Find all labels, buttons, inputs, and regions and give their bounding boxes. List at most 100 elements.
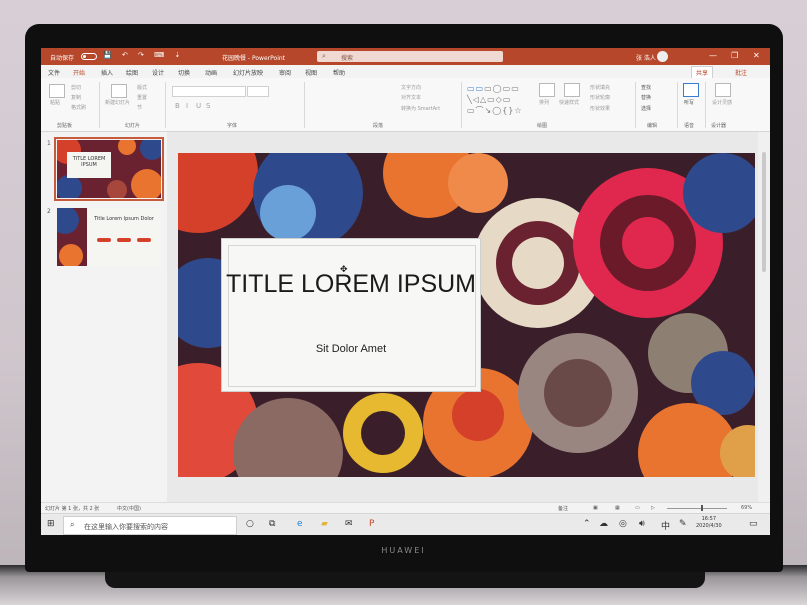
normal-view-icon[interactable]: ▣	[593, 505, 598, 511]
search-box[interactable]: ⌕ 搜索	[317, 51, 503, 62]
windows-taskbar: ⊞ ⌕ 在这里输入你要搜索的内容 ○ ⧉ e ▰ ✉ P ⌃ ☁ ◎ 🔊︎ 中 …	[41, 513, 770, 535]
file-explorer-icon[interactable]: ▰	[321, 519, 328, 529]
sorter-view-icon[interactable]: ▦	[615, 505, 620, 511]
taskbar-search[interactable]: ⌕ 在这里输入你要搜索的内容	[63, 516, 237, 535]
select-button[interactable]: 选择	[641, 105, 651, 112]
tab-view[interactable]: 视图	[305, 68, 317, 77]
dictate-button[interactable]: 听写	[684, 99, 694, 106]
find-button[interactable]: 查找	[641, 84, 651, 91]
group-slides: 幻灯片	[125, 123, 141, 129]
tab-animations[interactable]: 动画	[205, 68, 217, 77]
tab-draw[interactable]: 绘图	[126, 68, 138, 77]
vertical-scrollbar[interactable]	[758, 132, 770, 502]
paste-icon[interactable]	[49, 84, 65, 98]
quick-access-toolbar[interactable]: 💾 ↶ ↷ ⌨ ⇣	[103, 51, 184, 59]
powerpoint-icon[interactable]: P	[369, 519, 374, 529]
divider	[635, 82, 636, 128]
arrange-button[interactable]: 排列	[539, 99, 549, 106]
cortana-icon[interactable]: ○	[246, 519, 254, 529]
tab-file[interactable]: 文件	[48, 68, 60, 77]
divider	[165, 82, 166, 128]
slide-thumbnail-panel: 1 TITLE LOREM IPSUM 2 Title Lorem Ipsum …	[41, 132, 167, 502]
format-painter-button[interactable]: 格式刷	[71, 104, 86, 111]
volume-icon[interactable]: 🔊︎	[639, 519, 645, 529]
edge-icon[interactable]: e	[297, 519, 303, 529]
italic-button[interactable]: I	[186, 102, 192, 110]
pen-icon[interactable]: ✎	[679, 519, 687, 529]
taskbar-clock[interactable]: 16:57 2020/4/30	[696, 516, 722, 530]
microphone-icon[interactable]	[683, 83, 699, 97]
action-center-icon[interactable]: ▭	[749, 519, 758, 529]
slideshow-icon[interactable]: ▷	[651, 505, 655, 511]
network-icon[interactable]: ◎	[619, 519, 627, 529]
slide-subtitle[interactable]: Sit Dolor Amet	[222, 343, 480, 355]
quick-styles-icon[interactable]	[564, 83, 580, 97]
tab-design[interactable]: 设计	[152, 68, 164, 77]
screen: 自动保存 💾 ↶ ↷ ⌨ ⇣ 花园晚餐 - PowerPoint ⌕ 搜索 张 …	[41, 48, 770, 535]
close-button[interactable]: ✕	[753, 51, 760, 60]
reading-view-icon[interactable]: ▭	[635, 505, 640, 511]
comment-button[interactable]: 批注	[735, 68, 747, 77]
mail-icon[interactable]: ✉	[345, 519, 353, 529]
notification-chevron-icon[interactable]: ⌃	[583, 519, 591, 529]
quick-styles-button[interactable]: 快速样式	[559, 99, 579, 106]
new-slide-button[interactable]: 新建幻灯片	[105, 99, 133, 106]
tab-help[interactable]: 帮助	[333, 68, 345, 77]
text-direction-button[interactable]: 文字方向	[401, 84, 421, 91]
tab-review[interactable]: 审阅	[279, 68, 291, 77]
notes-button[interactable]: 备注	[558, 505, 568, 512]
scrollbar-thumb[interactable]	[762, 152, 766, 272]
strikethrough-button[interactable]: S	[206, 102, 214, 110]
divider	[304, 82, 305, 128]
ime-indicator[interactable]: 中	[661, 519, 670, 532]
new-slide-icon[interactable]	[111, 84, 127, 98]
bold-button[interactable]: B	[175, 102, 184, 110]
reset-button[interactable]: 重置	[137, 94, 147, 101]
layout-button[interactable]: 版式	[137, 84, 147, 91]
shape-effects-button[interactable]: 形状效果	[590, 105, 610, 112]
tab-transitions[interactable]: 切换	[178, 68, 190, 77]
font-size-select[interactable]	[247, 86, 269, 97]
avatar[interactable]	[657, 51, 668, 62]
task-view-icon[interactable]: ⧉	[269, 519, 275, 529]
arrange-icon[interactable]	[539, 83, 555, 97]
copy-button[interactable]: 复制	[71, 94, 81, 101]
minimize-button[interactable]: —	[709, 51, 717, 60]
shape-outline-button[interactable]: 形状轮廓	[590, 94, 610, 101]
tab-insert[interactable]: 插入	[101, 68, 113, 77]
search-icon: ⌕	[70, 520, 75, 529]
restore-button[interactable]: ❐	[731, 51, 738, 60]
current-slide[interactable]: TITLE LOREM IPSUM Sit Dolor Amet ✥	[178, 153, 755, 477]
tab-slideshow[interactable]: 幻灯片放映	[233, 68, 263, 77]
cut-button[interactable]: 剪切	[71, 84, 81, 91]
underline-button[interactable]: U	[196, 102, 205, 110]
group-editing: 编辑	[647, 123, 658, 129]
zoom-slider-handle[interactable]	[701, 505, 703, 511]
font-family-select[interactable]	[172, 86, 246, 97]
design-ideas-icon[interactable]	[715, 83, 731, 97]
design-ideas-button[interactable]: 设计灵感	[712, 99, 732, 106]
shape-fill-button[interactable]: 形状填充	[590, 84, 610, 91]
title-placeholder[interactable]: TITLE LOREM IPSUM Sit Dolor Amet	[222, 239, 480, 391]
user-name[interactable]: 张 浩人	[636, 53, 656, 62]
cloud-icon[interactable]: ☁	[599, 519, 608, 529]
autosave-toggle[interactable]	[81, 53, 97, 60]
slide-thumbnail-2[interactable]: Title Lorem Ipsum Dolor	[57, 208, 161, 266]
section-button[interactable]: 节	[137, 104, 142, 111]
zoom-slider[interactable]	[667, 508, 727, 509]
group-designer: 设计器	[711, 123, 727, 129]
zoom-level[interactable]: 69%	[741, 505, 752, 511]
replace-button[interactable]: 替换	[641, 94, 651, 101]
windows-start-icon[interactable]: ⊞	[47, 519, 55, 529]
slide-thumbnail-1[interactable]: TITLE LOREM IPSUM	[54, 137, 164, 201]
taskbar-search-placeholder: 在这里输入你要搜索的内容	[84, 523, 168, 531]
divider	[99, 82, 100, 128]
paste-button[interactable]: 粘贴	[50, 99, 60, 106]
slide-title[interactable]: TITLE LOREM IPSUM	[222, 271, 480, 298]
group-voice: 语音	[684, 123, 695, 129]
smartart-button[interactable]: 转换为 SmartArt	[401, 105, 440, 112]
language-indicator[interactable]: 中文(中国)	[117, 505, 141, 512]
align-text-button[interactable]: 对齐文本	[401, 94, 421, 101]
autosave-label: 自动保存	[50, 55, 75, 62]
shapes-gallery[interactable]: ▭▭▭◯▭▭ ╲◁△▭◇▭ ▭⌒↘◯{}☆	[467, 83, 525, 117]
